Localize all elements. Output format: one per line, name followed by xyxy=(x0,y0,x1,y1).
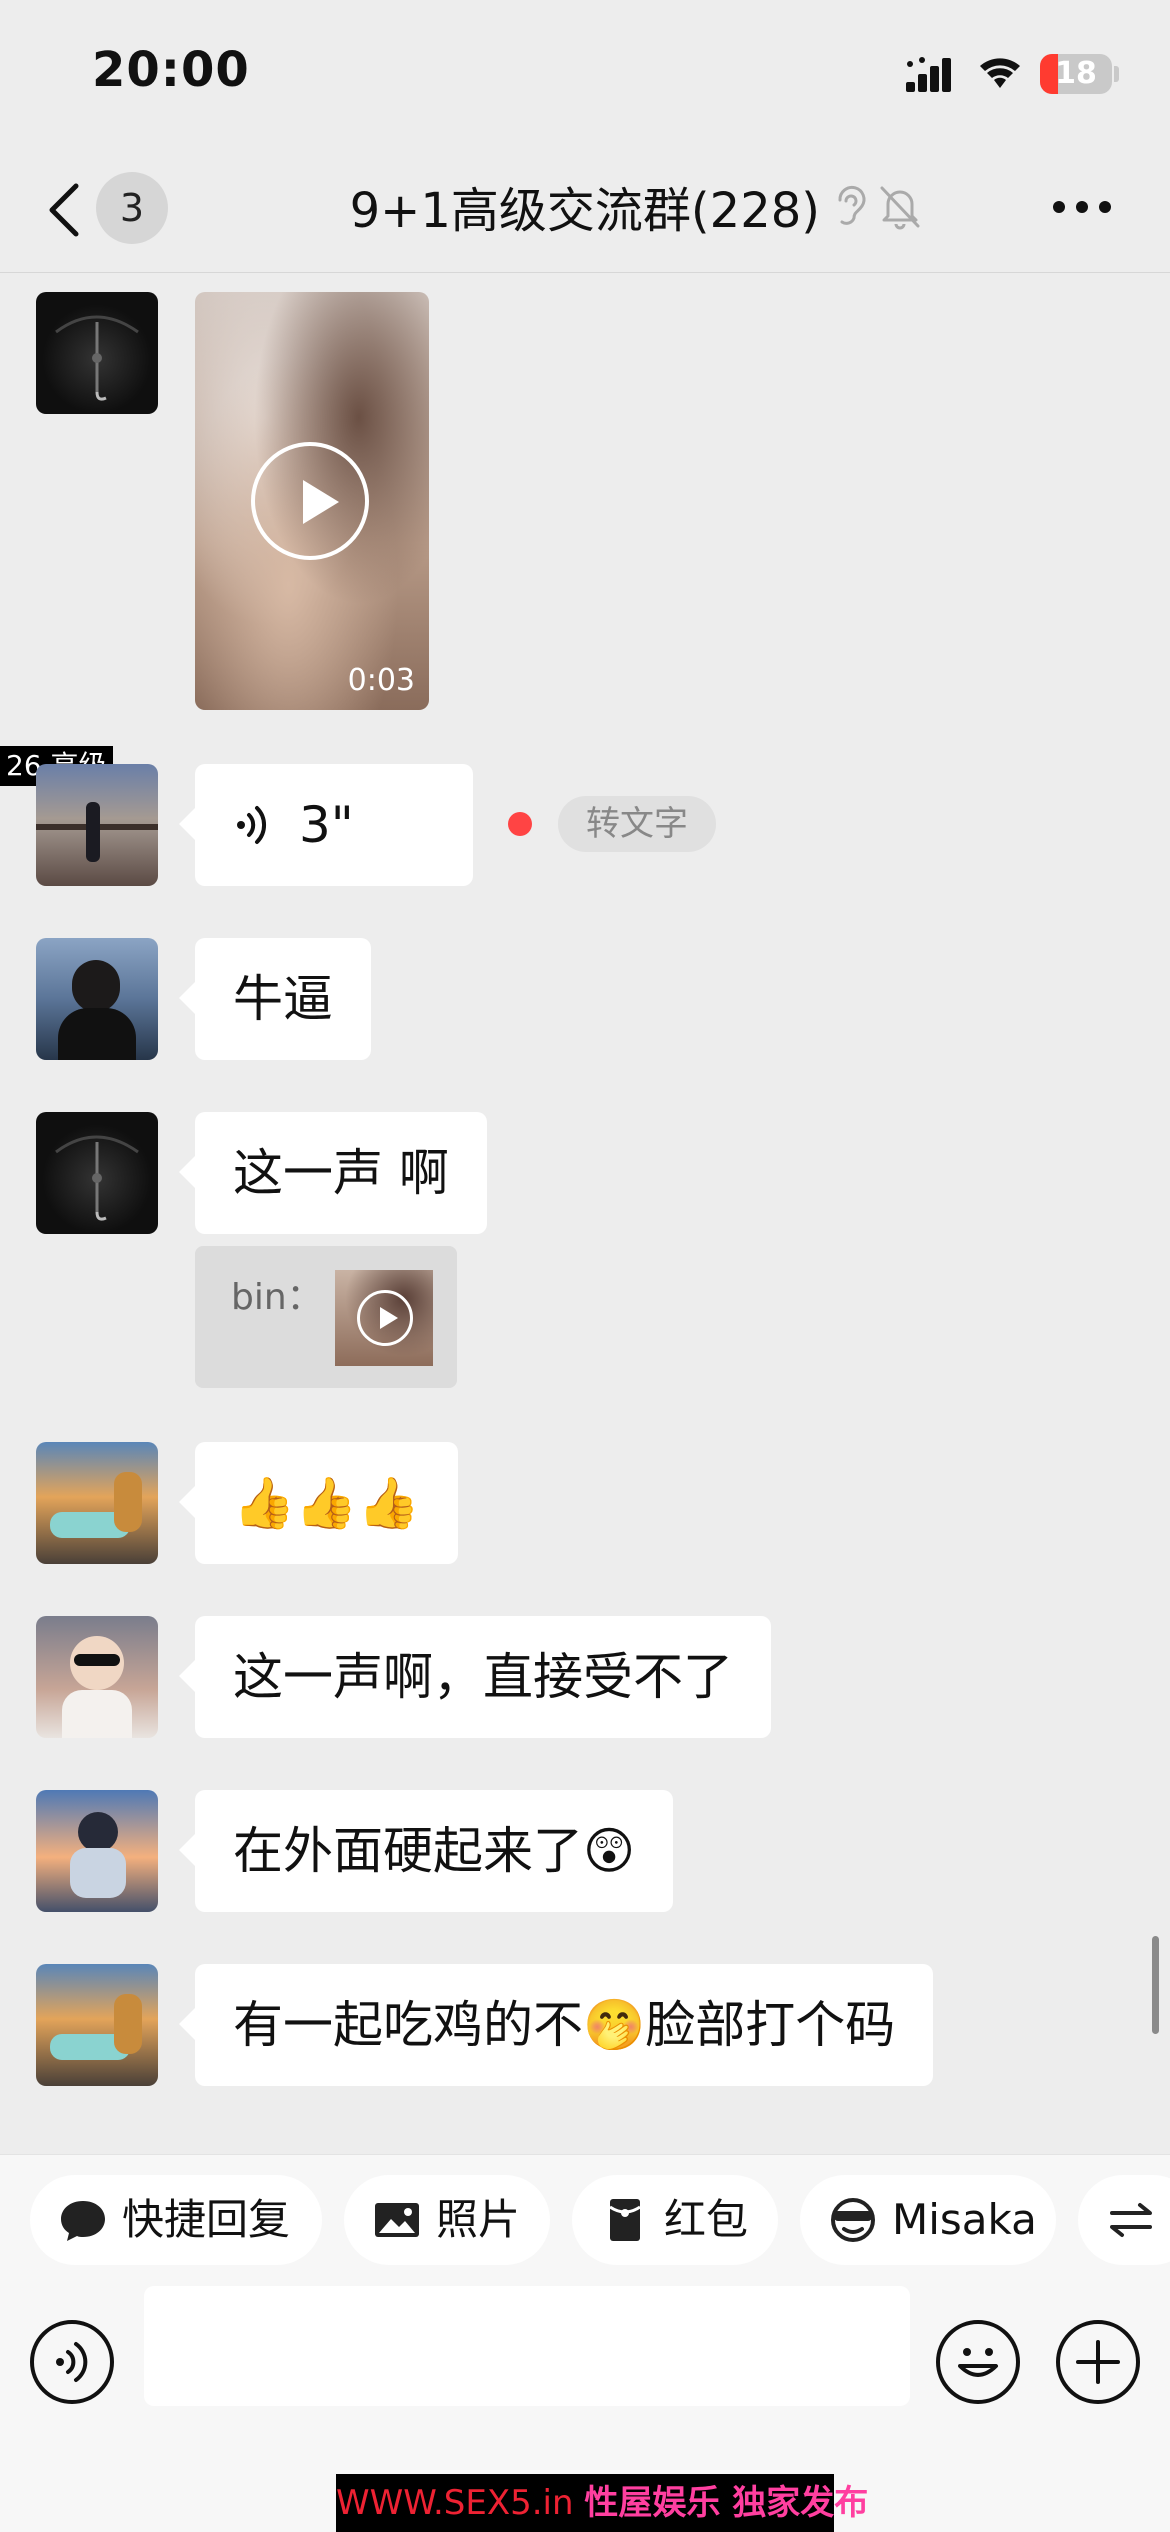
red-packet-chip[interactable]: 红包 xyxy=(572,2175,778,2265)
avatar[interactable] xyxy=(36,1790,158,1912)
chip-label: 照片 xyxy=(436,2195,521,2244)
chat-title-wrap[interactable]: 9+1高级交流群(228) xyxy=(340,176,860,246)
image-icon xyxy=(375,2203,419,2237)
avatar[interactable] xyxy=(36,1442,158,1564)
text-message[interactable]: 这一声啊，直接受不了 xyxy=(179,1616,771,1738)
ear-icon xyxy=(838,185,866,225)
play-icon[interactable] xyxy=(251,442,369,560)
photo-chip[interactable]: 照片 xyxy=(344,2175,550,2265)
scrollbar[interactable] xyxy=(1152,1936,1159,2034)
watermark-text: 性屋娱乐 独家发布 xyxy=(584,2483,869,2523)
red-packet-icon xyxy=(609,2199,641,2241)
message-input[interactable] xyxy=(144,2286,910,2406)
text-message[interactable]: 这一声 啊 xyxy=(179,1112,487,1234)
avatar[interactable] xyxy=(36,292,158,414)
voice-duration: 3" xyxy=(299,796,354,854)
quick-action-bar: 快捷回复 照片 红包 Misaka xyxy=(0,2154,1170,2281)
text-message[interactable]: 有一起吃鸡的不🤭脸部打个码 xyxy=(178,1964,934,2086)
chip-label: 红包 xyxy=(664,2195,749,2244)
battery-tip xyxy=(1114,66,1119,82)
quick-reply-chip[interactable]: 快捷回复 xyxy=(30,2175,322,2265)
chat-bubble-icon xyxy=(61,2201,105,2241)
more-actions-chip[interactable] xyxy=(1078,2175,1170,2265)
voice-message[interactable]: 3" xyxy=(179,764,473,886)
avatar[interactable] xyxy=(36,1112,158,1234)
voice-wave-icon xyxy=(237,806,267,844)
chip-label: 快捷回复 xyxy=(122,2195,291,2244)
status-bar: 20:00 18 xyxy=(0,0,1170,150)
avatar[interactable] xyxy=(36,1616,158,1738)
quote-video-thumbnail[interactable] xyxy=(335,1270,433,1366)
quote-sender: bin： xyxy=(231,1277,323,1318)
quoted-message[interactable]: bin： xyxy=(195,1246,457,1388)
watermark-url: WWW.SEX5.in xyxy=(336,2483,574,2523)
text-message[interactable]: 👍👍👍 xyxy=(179,1442,458,1564)
chip-label: Misaka xyxy=(892,2195,1037,2244)
status-time: 20:00 xyxy=(92,42,250,98)
video-duration: 0:03 xyxy=(347,663,415,698)
avatar[interactable] xyxy=(36,938,158,1060)
video-message[interactable]: 0:03 xyxy=(195,292,429,710)
sunglasses-face-icon xyxy=(831,2198,875,2242)
unread-dot xyxy=(508,812,532,836)
play-icon xyxy=(357,1290,413,1346)
misaka-chip[interactable]: Misaka xyxy=(800,2175,1056,2265)
avatar[interactable] xyxy=(36,764,158,886)
back-chevron-icon[interactable] xyxy=(44,180,84,240)
voice-wave-icon xyxy=(56,2342,88,2382)
emoji-button[interactable] xyxy=(936,2320,1020,2404)
text-message[interactable]: 在外面硬起来了😲 xyxy=(178,1790,674,1912)
swap-arrows-icon xyxy=(1110,2203,1152,2237)
plus-icon xyxy=(1076,2340,1120,2384)
battery-level: 18 xyxy=(1055,56,1097,91)
back-unread-badge[interactable]: 3 xyxy=(96,172,168,244)
text-message[interactable]: 牛逼 xyxy=(179,938,371,1060)
mute-bell-icon xyxy=(880,186,920,230)
wifi-icon xyxy=(980,58,1020,88)
cellular-signal-icon xyxy=(906,57,951,92)
umbrella-icon xyxy=(55,1135,139,1221)
battery-icon: 18 xyxy=(1040,54,1112,94)
avatar[interactable] xyxy=(36,1964,158,2086)
chat-title: 9+1高级交流群(228) xyxy=(349,183,820,239)
plus-button[interactable] xyxy=(1056,2320,1140,2404)
more-icon[interactable] xyxy=(1052,200,1112,214)
convert-to-text-button[interactable]: 转文字 xyxy=(558,796,716,852)
umbrella-icon xyxy=(55,315,139,401)
watermark-banner: WWW.SEX5.in 性屋娱乐 独家发布 xyxy=(336,2474,868,2532)
voice-input-toggle[interactable] xyxy=(30,2320,114,2404)
smiley-icon xyxy=(958,2348,998,2377)
